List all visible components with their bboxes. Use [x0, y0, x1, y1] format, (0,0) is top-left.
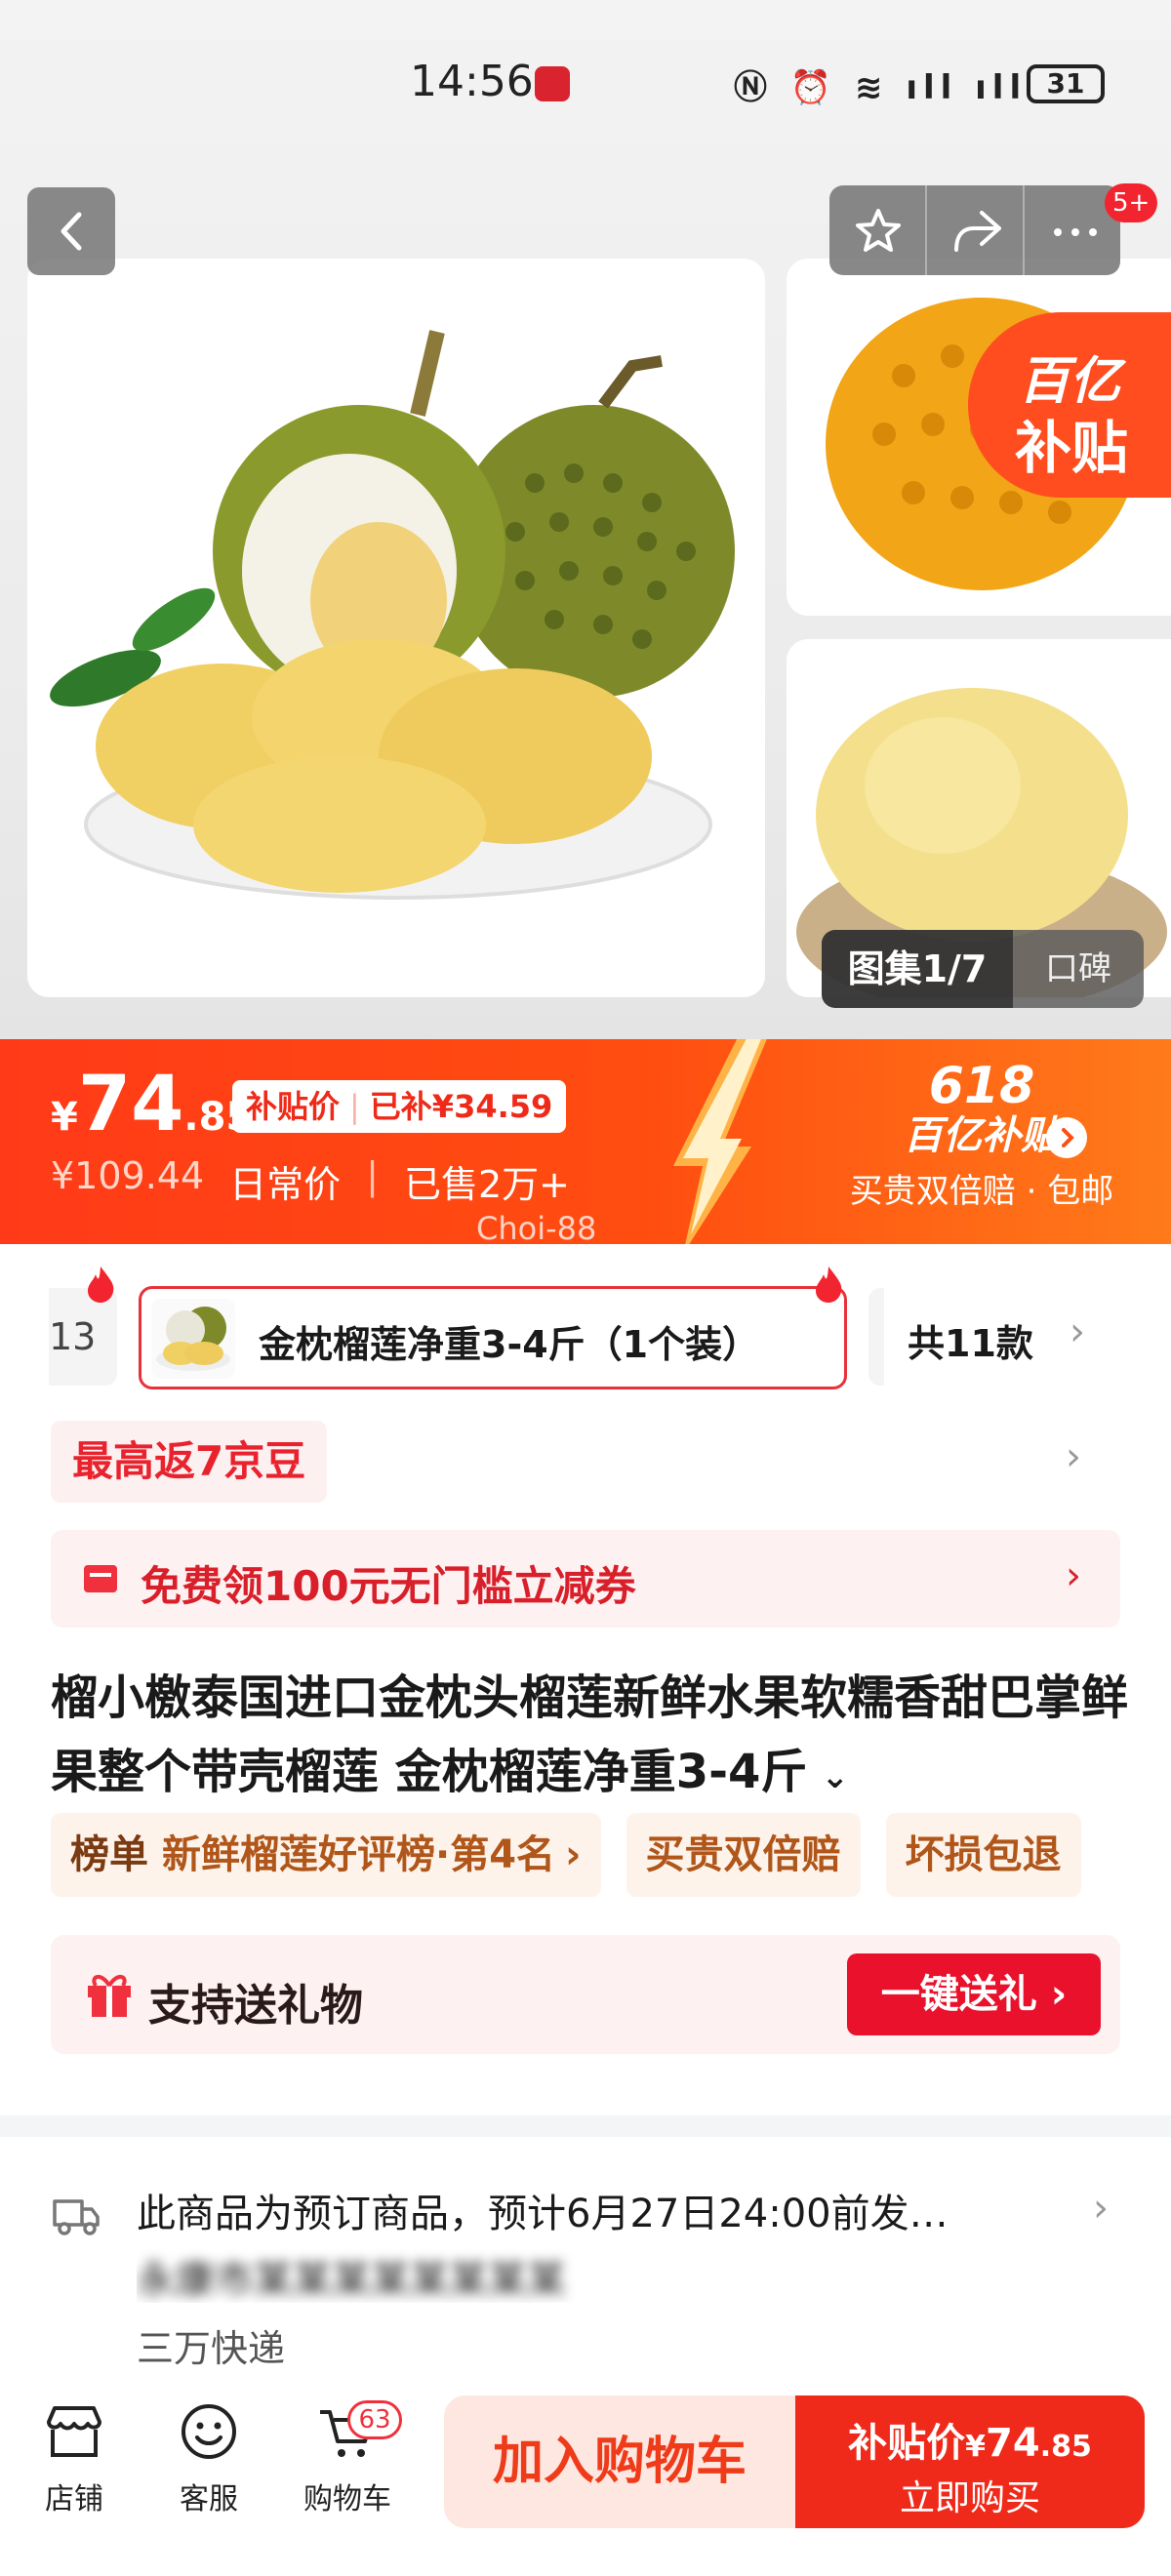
- coupon-icon: [84, 1565, 117, 1592]
- coupon-banner[interactable]: 免费领100元无门槛立减券 ›: [51, 1530, 1120, 1628]
- flame-icon: [816, 1267, 842, 1303]
- header-actions: [829, 185, 1120, 275]
- signal-icons: Ⓝ ⏰ ≋ ıll ıll: [734, 68, 1028, 107]
- original-price: ¥109.44: [51, 1154, 205, 1197]
- daily-price-label: 日常价: [229, 1163, 342, 1206]
- gallery-index[interactable]: 图集1/7: [822, 930, 1013, 1008]
- more-icon: [1054, 228, 1097, 236]
- gift-icon: [88, 1975, 131, 2017]
- sku-thumbnail: [151, 1299, 235, 1379]
- sku-selector: 13 金枕榴莲净重3-4斤（1个装） 共11款 ›: [0, 1267, 1171, 1389]
- sold-count: 已售2万+: [403, 1163, 570, 1206]
- star-icon: [856, 209, 901, 252]
- customer-service-button[interactable]: 客服: [150, 2402, 267, 2517]
- favorite-button[interactable]: [829, 185, 925, 275]
- message-badge: 5+: [1105, 183, 1158, 222]
- sku-count: 共11款: [908, 1322, 1033, 1365]
- chevron-right-icon: ›: [1070, 1309, 1085, 1354]
- 618-promo[interactable]: 618 百亿补贴 买贵双倍赔 · 包邮: [816, 1059, 1148, 1212]
- product-gallery[interactable]: 14:56 Ⓝ ⏰ ≋ ıll ıll 31 百亿 补贴 图集1/7 口碑 5+: [0, 0, 1171, 1039]
- feature-tags: 榜单 新鲜榴莲好评榜·第4名 › 买贵双倍赔 坏损包退: [51, 1813, 1081, 1897]
- back-button[interactable]: [27, 187, 115, 275]
- ranking-tag[interactable]: 榜单 新鲜榴莲好评榜·第4名 ›: [51, 1813, 601, 1897]
- chevron-right-icon: ›: [1066, 1553, 1081, 1598]
- courier: 三万快递: [137, 2327, 286, 2370]
- buy-now-button[interactable]: 补贴价¥74.85 立即购买: [795, 2395, 1145, 2528]
- damage-return-tag[interactable]: 坏损包退: [885, 1813, 1081, 1897]
- share-icon: [954, 211, 1001, 252]
- subsidy-badge: 补贴价 | 已补¥34.59: [232, 1080, 567, 1133]
- lightning-divider: [673, 1039, 767, 1244]
- status-bar: 14:56 Ⓝ ⏰ ≋ ıll ıll 31: [0, 0, 1171, 176]
- ship-from-address: 永康市某某某某某某某某: [137, 2258, 566, 2303]
- sku-label: 金枕榴莲净重3-4斤（1个装）: [259, 1323, 760, 1366]
- chevron-left-icon: [61, 212, 82, 251]
- battery-icon: 31: [1027, 64, 1105, 103]
- send-gift-button[interactable]: 一键送礼 ›: [847, 1953, 1101, 2035]
- shipping-info[interactable]: 此商品为预订商品，预计6月27日24:00前发… 永康市某某某某某某某某 三万快…: [0, 2156, 1171, 2381]
- chevron-right-icon: ›: [565, 1832, 582, 1877]
- price-banner: ¥74.85 补贴价 | 已补¥34.59 ¥109.44 日常价 | 已售2万…: [0, 1039, 1171, 1244]
- bottom-action-bar: 店铺 客服 购物车 63 加入购物车 补贴价¥74.85 立即购买: [0, 2381, 1171, 2576]
- price-details: ¥109.44 日常价 | 已售2万+: [51, 1154, 570, 1206]
- add-to-cart-button[interactable]: 加入购物车: [444, 2395, 795, 2528]
- app-notification-icon: [535, 66, 570, 101]
- store-button[interactable]: 店铺: [16, 2402, 133, 2517]
- chevron-right-icon[interactable]: ›: [1066, 1434, 1081, 1479]
- chevron-down-icon[interactable]: ⌄: [821, 1757, 849, 1796]
- billion-subsidy-badge: 百亿 补贴: [968, 312, 1171, 498]
- smile-icon: [182, 2404, 236, 2459]
- gift-section: 支持送礼物 一键送礼 ›: [51, 1935, 1120, 2054]
- section-divider: [0, 2115, 1171, 2137]
- preorder-notice: 此商品为预订商品，预计6月27日24:00前发…: [137, 2192, 949, 2236]
- watermark: Choi-88: [476, 1210, 597, 1244]
- share-button[interactable]: [925, 185, 1023, 275]
- sku-option-selected[interactable]: 金枕榴莲净重3-4斤（1个装）: [139, 1286, 847, 1389]
- sku-more-button[interactable]: 共11款 ›: [868, 1288, 1161, 1386]
- cart-count-badge: 63: [347, 2400, 402, 2439]
- chevron-right-icon: ›: [1093, 2186, 1109, 2231]
- coupon-text: 免费领100元无门槛立减券: [141, 1562, 636, 1610]
- main-product-image[interactable]: [27, 259, 765, 997]
- chevron-right-icon: [1046, 1117, 1087, 1158]
- store-icon: [47, 2406, 101, 2457]
- product-title[interactable]: 榴小檄泰国进口金枕头榴莲新鲜水果软糯香甜巴掌鲜果整个带壳榴莲 金枕榴莲净重3-4…: [51, 1661, 1134, 1814]
- reviews-tab[interactable]: 口碑: [1013, 930, 1144, 1008]
- jd-beans-reward[interactable]: 最高返7京豆: [51, 1421, 328, 1503]
- gift-label: 支持送礼物: [148, 1981, 363, 2031]
- clock: 14:56: [410, 57, 534, 106]
- truck-icon: [53, 2199, 100, 2235]
- double-compensation-tag[interactable]: 买贵双倍赔: [626, 1813, 861, 1897]
- gallery-counter[interactable]: 图集1/7 口碑: [822, 930, 1144, 1008]
- flame-icon: [88, 1267, 114, 1303]
- current-price: ¥74.85: [51, 1061, 254, 1148]
